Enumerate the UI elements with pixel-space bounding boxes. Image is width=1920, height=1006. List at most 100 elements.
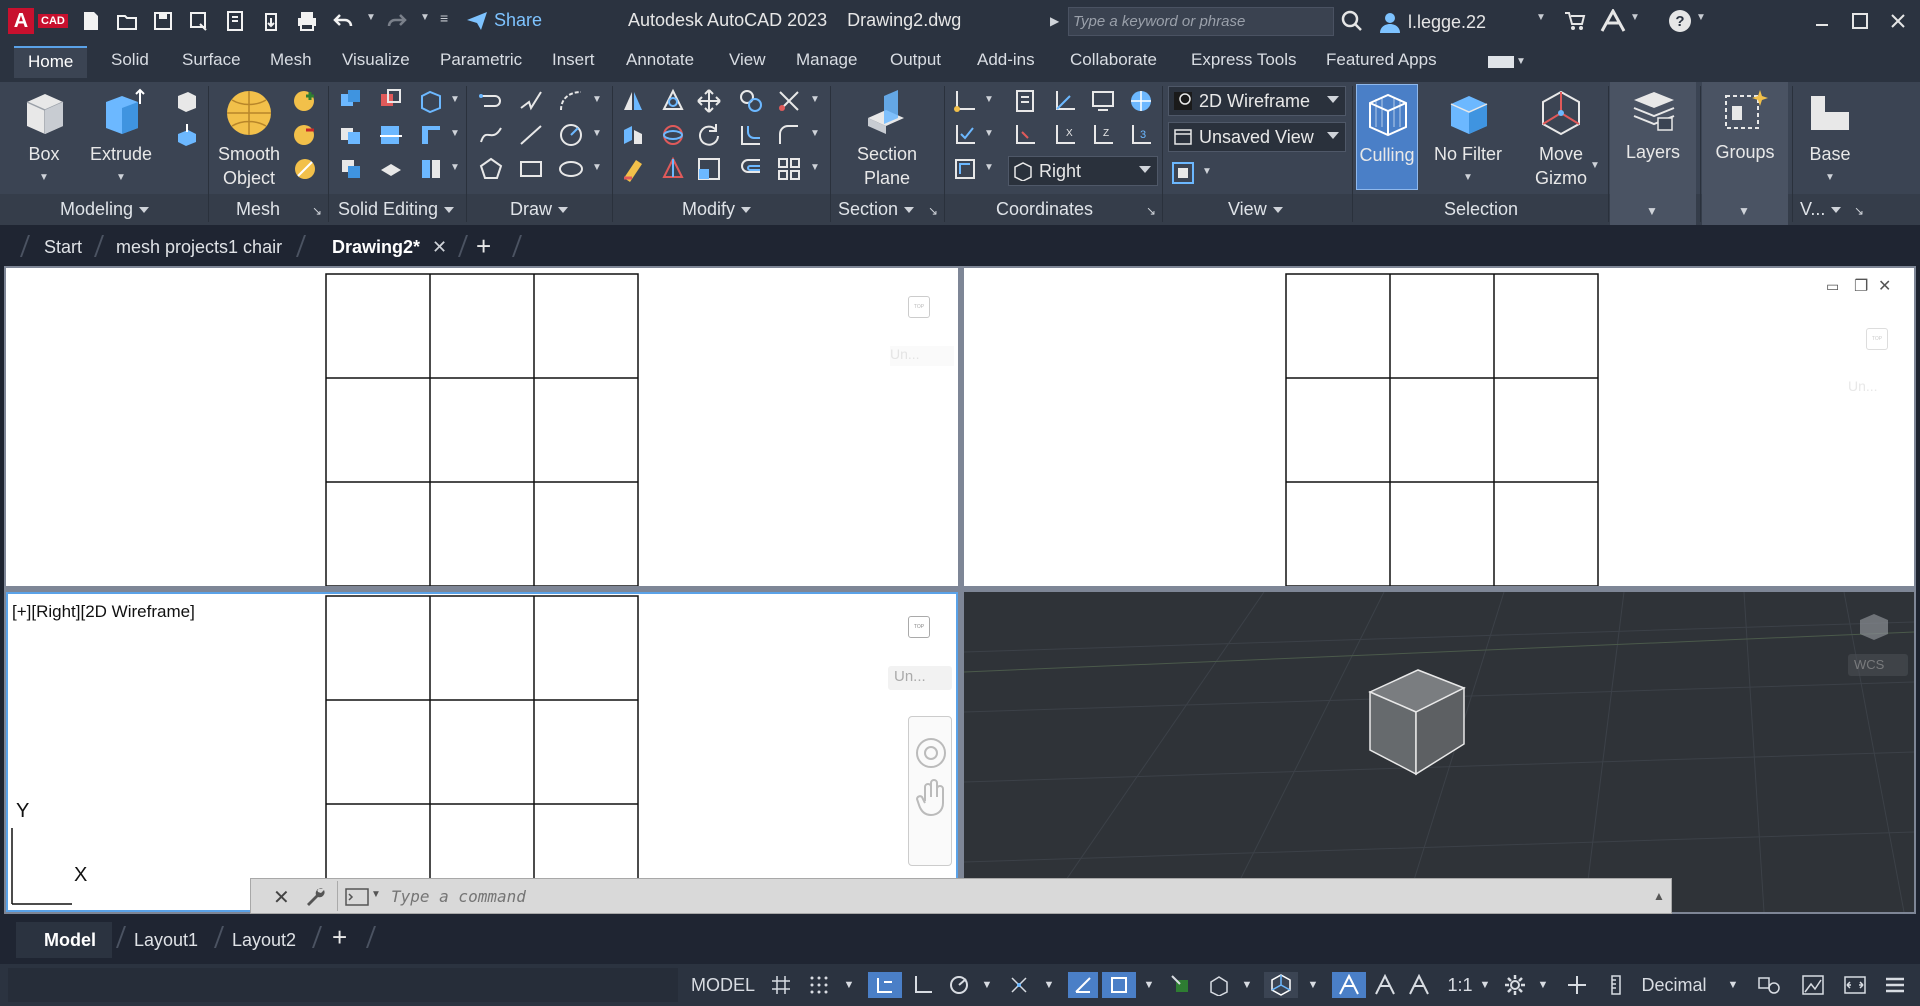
ucs-globe-icon[interactable] bbox=[1128, 88, 1154, 114]
dynamic-ucs-icon[interactable] bbox=[1264, 972, 1298, 998]
smooth-object-button[interactable]: Smooth Object bbox=[212, 88, 286, 190]
viewport-close-icon[interactable]: ✕ bbox=[1878, 276, 1891, 296]
circle-icon[interactable] bbox=[558, 122, 584, 148]
open-file-icon[interactable] bbox=[114, 8, 140, 34]
ribbon-minimize-dropdown-icon[interactable]: ▼ bbox=[1516, 56, 1526, 67]
mirror-icon[interactable] bbox=[620, 88, 646, 114]
ucs-3point-icon[interactable] bbox=[952, 122, 978, 148]
cart-icon[interactable] bbox=[1564, 10, 1586, 32]
ucs-menu-active[interactable]: Un... bbox=[888, 666, 952, 690]
object-snap-icon[interactable] bbox=[1102, 972, 1136, 998]
autodesk-docs-icon[interactable] bbox=[222, 8, 248, 34]
viewport-top-right[interactable]: ▭ ❐ ✕ TOP Un... bbox=[964, 268, 1914, 586]
3d-snap-dropdown-icon[interactable]: ▼ bbox=[1236, 972, 1258, 998]
ucs-origin-icon[interactable] bbox=[1012, 122, 1038, 148]
ellipse-icon[interactable] bbox=[558, 156, 584, 182]
box-dropdown-icon[interactable]: ▼ bbox=[16, 166, 72, 190]
units-dropdown-icon[interactable]: ▼ bbox=[1722, 972, 1744, 998]
customization-menu-icon[interactable] bbox=[1880, 972, 1910, 998]
ucs-dropdown-icon[interactable]: ▼ bbox=[984, 94, 994, 105]
close-window-icon[interactable] bbox=[1880, 6, 1916, 36]
ucs-x-icon[interactable]: X bbox=[1052, 122, 1078, 148]
arc-dropdown-icon[interactable]: ▼ bbox=[592, 94, 602, 105]
presspull-icon[interactable] bbox=[174, 122, 200, 148]
move-icon[interactable] bbox=[696, 88, 722, 114]
help-dropdown-icon[interactable]: ▼ bbox=[1696, 12, 1706, 23]
solid-history-dropdown-icon[interactable]: ▼ bbox=[450, 94, 460, 105]
erase-icon[interactable] bbox=[620, 156, 646, 182]
tab-surface[interactable]: Surface bbox=[182, 50, 241, 70]
array-icon[interactable] bbox=[776, 156, 802, 182]
tab-annotate[interactable]: Annotate bbox=[626, 50, 694, 70]
command-input[interactable] bbox=[391, 887, 1591, 906]
panel-title-modeling[interactable]: Modeling bbox=[60, 199, 150, 220]
intersect-icon[interactable] bbox=[338, 122, 364, 148]
ucs-world-icon[interactable] bbox=[1052, 88, 1078, 114]
solid-history-icon[interactable] bbox=[418, 88, 444, 114]
culling-button[interactable]: Culling bbox=[1356, 84, 1418, 190]
ucs-menu-top-right[interactable]: Un... bbox=[1848, 378, 1912, 398]
mesh-dialog-launcher-icon[interactable]: ↘ bbox=[312, 204, 322, 218]
base-dialog-launcher-icon[interactable]: ↘ bbox=[1854, 204, 1864, 218]
annotation-scale-icon[interactable] bbox=[1404, 972, 1434, 998]
subtract-icon[interactable] bbox=[378, 88, 404, 114]
panel-title-view-abbrev[interactable]: V... bbox=[1800, 199, 1842, 220]
ucs-named-icon[interactable] bbox=[1012, 88, 1038, 114]
panel-title-section[interactable]: Section bbox=[838, 199, 915, 220]
rotate-icon[interactable] bbox=[696, 122, 722, 148]
tab-insert[interactable]: Insert bbox=[552, 50, 595, 70]
new-tab-icon[interactable]: + bbox=[476, 231, 491, 262]
user-account-button[interactable]: l.legge.22 bbox=[1378, 10, 1486, 34]
viewport-configuration-icon[interactable] bbox=[1170, 160, 1196, 186]
mesh-smooth-less-icon[interactable] bbox=[292, 122, 318, 148]
file-tab-start[interactable]: Start bbox=[44, 237, 82, 258]
circle-dropdown-icon[interactable]: ▼ bbox=[592, 128, 602, 139]
annotation-monitor-icon[interactable] bbox=[1562, 972, 1592, 998]
3d-rotate-icon[interactable] bbox=[660, 122, 686, 148]
dynamic-input-icon[interactable] bbox=[868, 972, 902, 998]
share-file-icon[interactable] bbox=[258, 8, 284, 34]
ribbon-minimize-icon[interactable] bbox=[1488, 56, 1514, 68]
section-plane-button[interactable]: Section Plane bbox=[846, 88, 928, 190]
polygon-icon[interactable] bbox=[478, 156, 504, 182]
thicken-icon[interactable] bbox=[378, 156, 404, 182]
viewcube-icon-top-right[interactable]: TOP bbox=[1866, 328, 1888, 350]
layout-tab-model[interactable]: Model bbox=[44, 930, 96, 951]
3d-polyline-icon[interactable] bbox=[518, 88, 544, 114]
ucs-view-dropdown[interactable]: Right bbox=[1008, 156, 1158, 186]
panel-title-draw[interactable]: Draw bbox=[510, 199, 569, 220]
command-history-expand-icon[interactable]: ▲ bbox=[1653, 889, 1665, 903]
workspace-dropdown-icon[interactable]: ▼ bbox=[1532, 972, 1554, 998]
extract-edges-dropdown-icon[interactable]: ▼ bbox=[450, 128, 460, 139]
panel-title-view[interactable]: View bbox=[1228, 199, 1283, 220]
isometric-drafting-icon[interactable] bbox=[1004, 972, 1034, 998]
base-view-button[interactable]: Base ▼ bbox=[1800, 88, 1860, 190]
tab-parametric[interactable]: Parametric bbox=[440, 50, 522, 70]
polyline-icon[interactable] bbox=[478, 88, 504, 114]
quick-properties-icon[interactable] bbox=[1754, 972, 1784, 998]
recent-commands-dropdown-icon[interactable]: ▼ bbox=[371, 889, 381, 900]
redo-dropdown-icon[interactable]: ▼ bbox=[420, 12, 430, 23]
dynamic-ucs-dropdown-icon[interactable]: ▼ bbox=[1302, 972, 1324, 998]
layout-tab-layout2[interactable]: Layout2 bbox=[232, 930, 296, 951]
layout-tab-layout1[interactable]: Layout1 bbox=[134, 930, 198, 951]
shell-icon[interactable] bbox=[418, 156, 444, 182]
app-store-dropdown-icon[interactable]: ▼ bbox=[1630, 12, 1640, 23]
trim-icon[interactable] bbox=[776, 88, 802, 114]
tab-express-tools[interactable]: Express Tools bbox=[1191, 50, 1297, 70]
plot-icon[interactable] bbox=[294, 8, 320, 34]
customize-command-line-icon[interactable] bbox=[303, 885, 327, 909]
search-input[interactable]: Type a keyword or phrase bbox=[1068, 7, 1334, 36]
viewport-restore-icon[interactable]: ❐ bbox=[1854, 276, 1868, 296]
shell-dropdown-icon[interactable]: ▼ bbox=[450, 162, 460, 173]
minimize-icon[interactable] bbox=[1804, 6, 1840, 36]
extrude-button[interactable]: Extrude ▼ bbox=[88, 88, 154, 190]
save-icon[interactable] bbox=[150, 8, 176, 34]
tab-output[interactable]: Output bbox=[890, 50, 941, 70]
visual-style-dropdown[interactable]: 2D Wireframe bbox=[1168, 86, 1346, 116]
viewport-configuration-dropdown-icon[interactable]: ▼ bbox=[1202, 166, 1212, 177]
3d-object-snap-icon[interactable] bbox=[1204, 972, 1234, 998]
viewport-top-left[interactable]: TOP Un... bbox=[6, 268, 958, 586]
ucs-3-icon[interactable]: 3 bbox=[1128, 122, 1154, 148]
ucs-menu[interactable]: Un... bbox=[890, 346, 954, 366]
